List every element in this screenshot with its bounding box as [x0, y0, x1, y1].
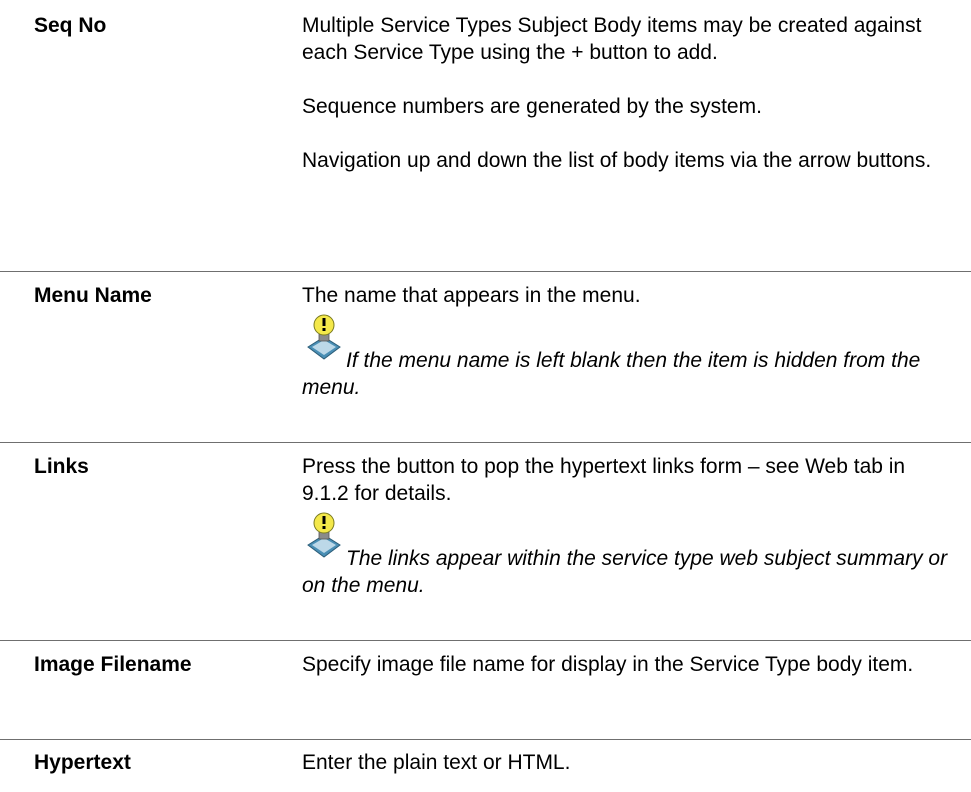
description-paragraph: Sequence numbers are generated by the sy… [302, 95, 762, 118]
term-description: Press the button to pop the hypertext li… [302, 453, 952, 599]
row-divider [0, 640, 971, 641]
term-description: Specify image file name for display in t… [302, 651, 952, 678]
description-paragraph: Navigation up and down the list of body … [302, 149, 932, 172]
term-description: Enter the plain text or HTML. [302, 749, 952, 776]
term-label: Image Filename [34, 653, 192, 676]
row-divider [0, 442, 971, 443]
row-divider [0, 739, 971, 740]
term-label: Menu Name [34, 284, 152, 307]
term-label: Links [34, 455, 89, 478]
description-paragraph: The name that appears in the menu. [302, 284, 641, 307]
description-paragraph: Multiple Service Types Subject Body item… [302, 14, 922, 64]
term-label: Hypertext [34, 751, 131, 774]
description-paragraph: Specify image file name for display in t… [302, 653, 914, 676]
tip-text: If the menu name is left blank then the … [302, 349, 921, 399]
description-paragraph: Press the button to pop the hypertext li… [302, 455, 906, 505]
term-description: The name that appears in the menu. If th… [302, 282, 952, 401]
term-label: Seq No [34, 14, 107, 37]
term-description: Multiple Service Types Subject Body item… [302, 12, 952, 174]
description-paragraph: Enter the plain text or HTML. [302, 751, 571, 774]
document-page: Seq No Multiple Service Types Subject Bo… [0, 0, 971, 792]
row-divider [0, 271, 971, 272]
tip-text: The links appear within the service type… [302, 547, 948, 597]
